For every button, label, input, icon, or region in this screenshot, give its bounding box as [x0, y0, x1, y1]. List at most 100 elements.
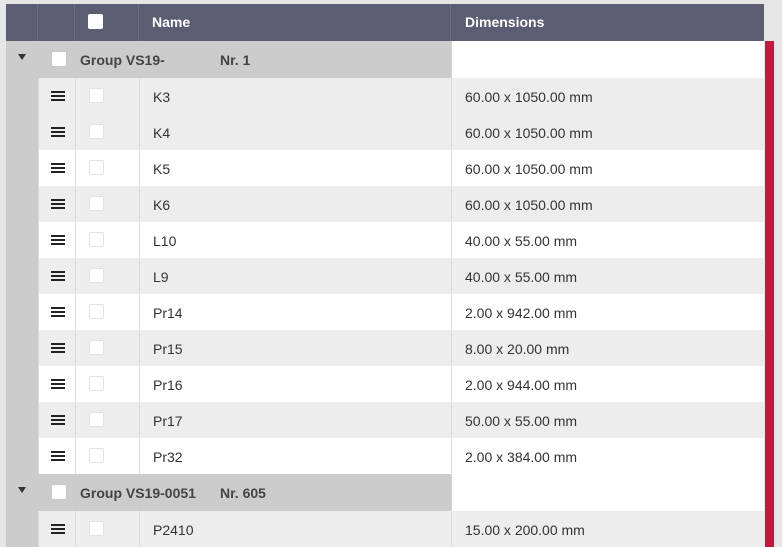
row-checkbox[interactable] [89, 412, 104, 427]
dimensions-cell: 60.00 x 1050.00 mm [451, 78, 764, 114]
row-checkbox[interactable] [89, 521, 104, 536]
row-name: K4 [153, 125, 171, 141]
table-row[interactable]: L10 40.00 x 55.00 mm [6, 222, 764, 258]
row-select-cell [75, 366, 139, 402]
name-cell: K4 [139, 114, 451, 150]
row-checkbox[interactable] [89, 340, 104, 355]
row-checkbox[interactable] [89, 448, 104, 463]
name-cell: L10 [139, 222, 451, 258]
row-name: Pr16 [153, 377, 183, 393]
table-row[interactable]: L9 40.00 x 55.00 mm [6, 258, 764, 294]
table-row[interactable]: Pr16 2.00 x 944.00 mm [6, 366, 764, 402]
row-select-cell [75, 438, 139, 474]
dimensions-cell: 2.00 x 384.00 mm [451, 438, 764, 474]
drag-handle-icon [51, 524, 65, 534]
row-select-cell [75, 150, 139, 186]
drag-handle[interactable] [38, 114, 75, 150]
row-select-cell [75, 222, 139, 258]
table-row[interactable]: Pr14 2.00 x 942.00 mm [6, 294, 764, 330]
name-cell: P2410 [139, 511, 451, 547]
row-name: K3 [153, 89, 171, 105]
drag-handle-icon [51, 307, 65, 317]
drag-handle[interactable] [38, 78, 75, 114]
row-checkbox[interactable] [89, 268, 104, 283]
column-header-name-label: Name [152, 14, 191, 30]
table-row[interactable]: Pr17 50.00 x 55.00 mm [6, 402, 764, 438]
drag-handle-icon [51, 199, 65, 209]
row-dimensions: 40.00 x 55.00 mm [465, 269, 578, 285]
right-gutter [774, 0, 782, 547]
row-checkbox[interactable] [89, 304, 104, 319]
row-dimensions: 60.00 x 1050.00 mm [465, 89, 593, 105]
name-cell: Pr14 [139, 294, 451, 330]
grid-header: Name Dimensions [6, 4, 764, 41]
drag-handle-icon [51, 451, 65, 461]
dimensions-cell: 8.00 x 20.00 mm [451, 330, 764, 366]
row-name: K6 [153, 197, 171, 213]
group-row: Group VS19-0051 Nr. 605 [6, 474, 764, 511]
drag-handle-icon [51, 91, 65, 101]
row-select-cell [75, 186, 139, 222]
collapse-caret-icon[interactable] [18, 54, 26, 60]
row-select-cell [75, 258, 139, 294]
row-checkbox[interactable] [89, 232, 104, 247]
table-row[interactable]: Pr32 2.00 x 384.00 mm [6, 438, 764, 474]
column-header-dimensions[interactable]: Dimensions [451, 4, 764, 41]
drag-handle[interactable] [38, 402, 75, 438]
row-select-cell [75, 78, 139, 114]
table-row[interactable]: K6 60.00 x 1050.00 mm [6, 186, 764, 222]
row-name: L10 [153, 233, 177, 249]
row-name: Pr17 [153, 413, 183, 429]
table-row[interactable]: K4 60.00 x 1050.00 mm [6, 114, 764, 150]
name-cell: Pr16 [139, 366, 451, 402]
row-select-cell [75, 294, 139, 330]
group-number: Nr. 605 [220, 485, 266, 501]
drag-handle[interactable] [38, 438, 75, 474]
row-select-cell [75, 511, 139, 547]
dimensions-cell: 40.00 x 55.00 mm [451, 258, 764, 294]
drag-handle-icon [51, 127, 65, 137]
drag-handle[interactable] [38, 258, 75, 294]
dimensions-cell: 60.00 x 1050.00 mm [451, 114, 764, 150]
drag-handle[interactable] [38, 150, 75, 186]
header-drag-column [38, 4, 75, 41]
group-checkbox[interactable] [51, 51, 67, 67]
drag-handle[interactable] [38, 222, 75, 258]
row-dimensions: 40.00 x 55.00 mm [465, 233, 578, 249]
dimensions-cell: 40.00 x 55.00 mm [451, 222, 764, 258]
row-name: Pr14 [153, 305, 183, 321]
name-cell: K5 [139, 150, 451, 186]
table-row[interactable]: P2410 15.00 x 200.00 mm [6, 511, 764, 547]
table-row[interactable]: K5 60.00 x 1050.00 mm [6, 150, 764, 186]
row-dimensions: 60.00 x 1050.00 mm [465, 125, 593, 141]
row-checkbox[interactable] [89, 196, 104, 211]
select-all-checkbox[interactable] [88, 14, 103, 29]
drag-handle[interactable] [38, 186, 75, 222]
column-header-name[interactable]: Name [139, 4, 451, 41]
row-select-cell [75, 402, 139, 438]
row-name: Pr32 [153, 449, 183, 465]
row-dimensions: 60.00 x 1050.00 mm [465, 197, 593, 213]
dimensions-cell: 2.00 x 942.00 mm [451, 294, 764, 330]
drag-handle[interactable] [38, 511, 75, 547]
column-header-dimensions-label: Dimensions [465, 14, 545, 30]
collapse-caret-icon[interactable] [18, 487, 26, 493]
group-title: Group VS19-0051 [80, 485, 196, 501]
drag-handle[interactable] [38, 294, 75, 330]
scroll-accent-bar[interactable] [765, 41, 774, 547]
drag-handle[interactable] [38, 366, 75, 402]
dimensions-cell: 2.00 x 944.00 mm [451, 366, 764, 402]
group-checkbox[interactable] [51, 484, 67, 500]
row-checkbox[interactable] [89, 124, 104, 139]
name-cell: K6 [139, 186, 451, 222]
row-checkbox[interactable] [89, 160, 104, 175]
row-dimensions: 2.00 x 384.00 mm [465, 449, 578, 465]
drag-handle[interactable] [38, 330, 75, 366]
table-row[interactable]: Pr15 8.00 x 20.00 mm [6, 330, 764, 366]
row-checkbox[interactable] [89, 88, 104, 103]
header-spacer [6, 4, 38, 41]
row-name: Pr15 [153, 341, 183, 357]
name-cell: K3 [139, 78, 451, 114]
row-checkbox[interactable] [89, 376, 104, 391]
table-row[interactable]: K3 60.00 x 1050.00 mm [6, 78, 764, 114]
